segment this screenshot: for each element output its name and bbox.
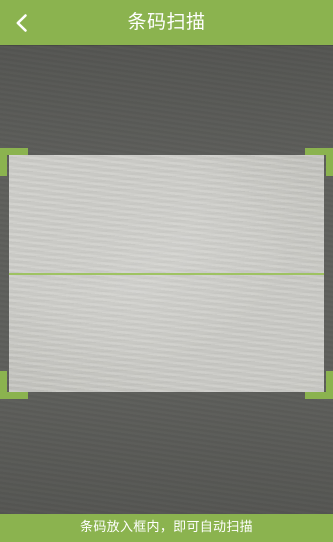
- barcode-scanner-screen: 条码扫描 条码放入框内，即可自动扫描: [0, 0, 333, 542]
- scan-corner-top-right: [305, 148, 333, 176]
- bottom-hint-bar: 条码放入框内，即可自动扫描: [0, 514, 333, 542]
- scan-hint-text: 条码放入框内，即可自动扫描: [80, 520, 253, 535]
- scan-window: [9, 155, 324, 392]
- scan-corner-bottom-left: [0, 371, 28, 399]
- scan-corner-top-left: [0, 148, 28, 176]
- back-button[interactable]: [0, 0, 42, 45]
- chevron-left-icon: [13, 13, 29, 33]
- page-title: 条码扫描: [127, 11, 206, 33]
- top-app-bar: 条码扫描: [0, 0, 333, 45]
- scan-line: [9, 273, 324, 275]
- scan-corner-bottom-right: [305, 371, 333, 399]
